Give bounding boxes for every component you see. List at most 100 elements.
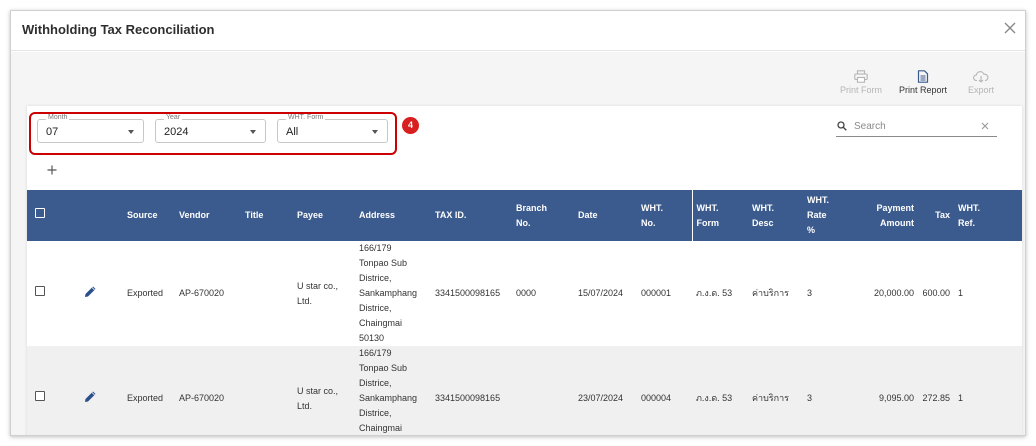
print-icon [854,70,868,83]
col-wht-ref[interactable]: WHT. Ref. [954,190,1022,241]
print-form-label: Print Form [839,85,882,95]
cell-wht-form: ภ.ง.ด. 53 [696,288,733,298]
col-source[interactable]: Source [123,190,175,241]
cell-date: 15/07/2024 [578,288,624,298]
year-label: Year [164,114,183,121]
report-card: 4 Month 07 Year 2024 WHT. Form All Searc… [27,106,1022,435]
cell-payee: U star co., Ltd. [293,241,355,346]
export-button[interactable]: Export [951,70,1011,95]
cell-payment-amount: 20,000.00 [873,288,914,298]
address-line: Districe, [359,303,392,313]
col-wht-no[interactable]: WHT. No. [637,190,692,241]
address-line: Chaingmai [359,423,403,433]
col-wht-desc-l2: Desc [752,217,774,228]
document-icon [917,70,929,83]
cell-wht-rate: 3 [807,288,813,298]
cloud-download-icon [973,71,989,83]
table-header-row: Source Vendor Title Payee Address TAX ID… [27,190,1022,241]
col-wht-rate-l1: WHT. [807,195,829,205]
cell-branch: 0000 [516,288,537,298]
table-row[interactable]: Exported AP-670020 U star co., Ltd. 166/1… [27,346,1022,435]
address-line: Tonpao Sub [359,258,408,268]
col-wht-form[interactable]: WHT. Form [691,190,748,241]
cell-tax: 272.85 [922,393,950,403]
year-select[interactable]: Year 2024 [155,114,266,143]
cell-tax-id: 3341500098165 [435,288,501,298]
dialog-title: Withholding Tax Reconciliation [22,22,215,37]
month-label: Month [46,114,70,121]
col-wht-form-l2: Form [696,217,720,228]
cell-wht-form: ภ.ง.ด. 53 [696,393,733,403]
col-branch-l1: Branch [516,202,548,213]
col-payment-l2: Amount [880,217,914,228]
wht-table: Source Vendor Title Payee Address TAX ID… [27,190,1022,435]
cell-vendor: AP-670020 [179,393,225,403]
search-placeholder: Search [854,121,886,132]
address-line: 166/179 [359,243,392,253]
cell-wht-rate: 3 [807,393,813,403]
address-line: 50130 [359,333,385,343]
payee-line: Ltd. [297,400,313,411]
col-wht-desc[interactable]: WHT. Desc [748,190,803,241]
address-line: Districe, [359,408,392,418]
cell-vendor: AP-670020 [179,288,225,298]
wht-form-select[interactable]: WHT. Form All [277,114,388,143]
month-select[interactable]: Month 07 [37,114,144,143]
col-branch[interactable]: Branch No. [512,190,574,241]
col-date[interactable]: Date [574,190,637,241]
col-address[interactable]: Address [355,190,431,241]
table-row[interactable]: Exported AP-670020 U star co., Ltd. 166/1… [27,241,1022,346]
col-tax[interactable]: Tax [918,190,954,241]
print-form-button[interactable]: Print Form [831,70,891,95]
payee-line: U star co., [297,385,339,396]
plus-icon[interactable] [47,165,57,175]
print-report-label: Print Report [898,85,948,95]
search-icon [837,121,847,131]
export-label: Export [967,85,994,95]
cell-source: Exported [127,393,164,403]
cell-tax: 600.00 [922,288,950,298]
col-wht-ref-l1: WHT. [958,202,980,213]
col-wht-form-l1: WHT. [696,202,719,213]
cell-address: 166/179 Tonpao Sub Districe, Sankamphang… [355,241,431,346]
col-tax-id[interactable]: TAX ID. [431,190,512,241]
cell-payee: U star co., Ltd. [293,346,355,435]
col-wht-rate[interactable]: WHT. Rate% [803,190,838,241]
address-line: Sankamphang [359,288,418,298]
close-icon[interactable] [1003,21,1017,35]
address-line: Districe, [359,273,392,283]
month-value: 07 [46,126,59,138]
pencil-icon[interactable] [84,390,97,403]
cell-wht-no: 000001 [641,288,672,298]
col-payment-l1: Payment [876,202,914,213]
chevron-down-icon [128,130,134,134]
row-checkbox[interactable] [35,286,45,296]
cell-source: Exported [127,288,164,298]
address-line: Tonpao Sub [359,363,408,373]
col-title[interactable]: Title [241,190,293,241]
dialog-header: Withholding Tax Reconciliation [11,11,1025,51]
cell-wht-ref: 1 [958,393,964,403]
address-line: Sankamphang [359,393,418,403]
cell-date: 23/07/2024 [578,393,624,403]
col-branch-l2: No. [516,217,531,228]
dialog-body: Print Form Print Report Export 4 Month 0… [11,52,1025,435]
col-payee[interactable]: Payee [293,190,355,241]
clear-icon[interactable] [981,122,989,130]
cell-address: 166/179 Tonpao Sub Districe, Sankamphang… [355,346,431,435]
row-checkbox[interactable] [35,391,45,401]
address-line: Districe, [359,378,392,388]
chevron-down-icon [250,130,256,134]
select-all-checkbox[interactable] [35,208,45,218]
col-wht-no-l1: WHT. [641,202,663,213]
pencil-icon[interactable] [84,285,97,298]
dialog: Withholding Tax Reconciliation Print For… [10,10,1026,436]
search-field[interactable]: Search [836,118,997,137]
cell-wht-no: 000004 [641,393,672,403]
cell-tax-id: 3341500098165 [435,393,501,403]
print-report-button[interactable]: Print Report [893,70,953,95]
address-line: 166/179 [359,348,392,358]
col-wht-rate-l3: % [807,225,816,235]
col-vendor[interactable]: Vendor [175,190,241,241]
col-payment-amount[interactable]: Payment Amount [838,190,918,241]
